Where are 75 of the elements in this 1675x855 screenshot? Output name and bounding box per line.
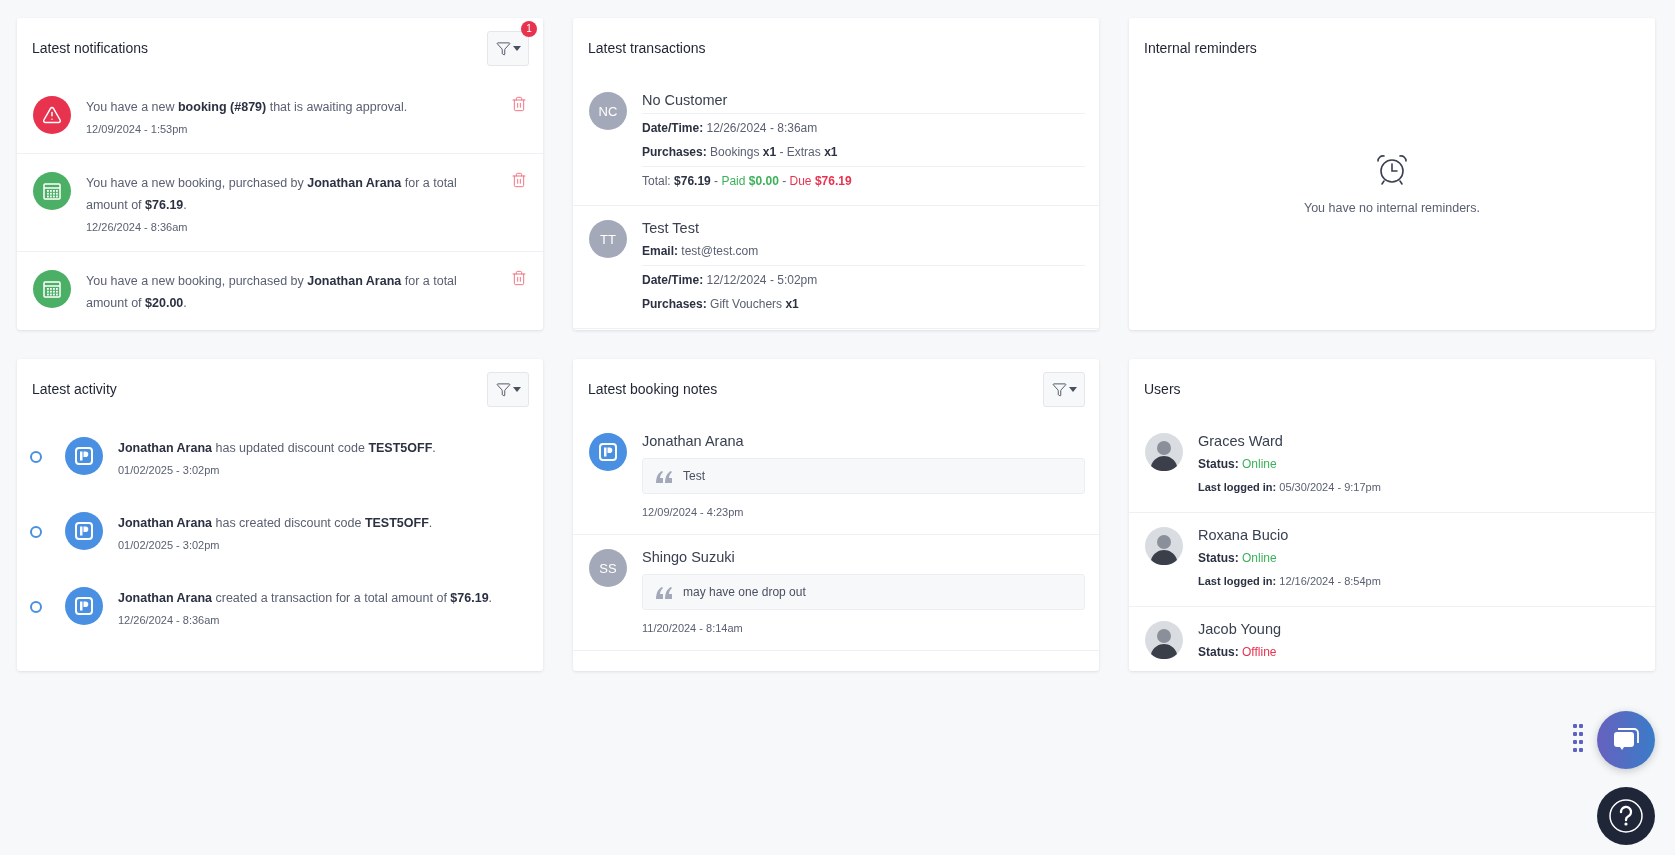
filter-button[interactable]	[487, 371, 529, 407]
filter-icon	[1051, 381, 1067, 397]
help-button[interactable]	[1597, 787, 1655, 845]
note-time: 11/20/2024 - 8:14am	[642, 622, 744, 634]
card-title: Users	[1144, 381, 1181, 397]
customer-name: Test Test	[642, 220, 700, 238]
count-badge: 1	[521, 20, 537, 37]
activity-time: 01/02/2025 - 3:02pm	[118, 539, 221, 551]
filter-icon	[495, 381, 511, 397]
calendar-icon	[42, 279, 62, 299]
avatar-initials: SS	[589, 549, 627, 587]
calendar-icon	[42, 181, 62, 201]
note-author: Shingo Suzuki	[642, 549, 736, 567]
delete-icon[interactable]	[511, 172, 527, 188]
email-field: Email: test@test.com	[642, 239, 1085, 263]
caret-icon	[512, 386, 521, 392]
note-author: Jonathan Arana	[642, 433, 745, 451]
note-text: Test	[683, 469, 705, 483]
activity-text: Jonathan Arana created a transaction for a total amount of $76.19.	[118, 590, 494, 607]
card-title: Latest transactions	[588, 40, 706, 56]
empty-message: You have no internal reminders.	[1303, 201, 1480, 215]
user-status: Status: Offline	[1198, 644, 1278, 661]
avatar-initials: NC	[589, 92, 627, 130]
last-login: Last logged in: 12/16/2024 - 8:54pm	[1198, 574, 1382, 589]
notification-time: 12/26/2024 - 8:36am	[86, 221, 189, 233]
quote-icon	[655, 469, 673, 483]
delete-icon[interactable]	[511, 96, 527, 112]
delete-icon[interactable]	[511, 270, 527, 286]
customer-name: No Customer	[642, 92, 729, 110]
notification-text: You have a new booking, purchased by Jonathan Arana for a total amount of $20.00.	[86, 273, 458, 312]
user-name: Roxana Bucio	[1198, 527, 1290, 545]
activity-time: 01/02/2025 - 3:02pm	[118, 464, 221, 476]
last-login: Last logged in: 05/30/2024 - 9:17pm	[1198, 480, 1382, 495]
card-title: Latest booking notes	[588, 381, 718, 397]
logo-icon	[74, 521, 94, 541]
alarm-clock-icon	[1375, 153, 1409, 187]
transaction-field: Date/Time: 12/12/2024 - 5:02pm	[642, 268, 1085, 292]
activity-time: 12/26/2024 - 8:36am	[118, 614, 221, 626]
user-name: Jacob Young	[1198, 621, 1283, 639]
card-title: Internal reminders	[1144, 40, 1257, 56]
notification-text: You have a new booking, purchased by Jonathan Arana for a total amount of $76.19.	[86, 175, 458, 214]
transaction-field: Purchases: Bookings x1 - Extras x1	[642, 140, 1085, 164]
help-icon	[1608, 798, 1644, 834]
transaction-field: Date/Time: 12/26/2024 - 8:36am	[642, 116, 1085, 140]
quote-icon	[655, 585, 673, 599]
transaction-field: Purchases: Gift Vouchers x1	[642, 292, 1085, 316]
filter-icon	[495, 40, 511, 56]
logo-icon	[74, 596, 94, 616]
status-value: Online	[1242, 457, 1277, 471]
notification-time: 12/09/2024 - 1:53pm	[86, 123, 189, 135]
user-status: Status: Online	[1198, 550, 1278, 567]
card-title: Latest notifications	[32, 40, 148, 56]
caret-icon	[1068, 386, 1077, 392]
status-value: Online	[1242, 551, 1277, 565]
warning-icon	[42, 105, 62, 125]
filter-button[interactable]	[487, 30, 529, 66]
chat-button[interactable]	[1597, 711, 1655, 769]
timeline-dot	[30, 600, 42, 613]
user-status: Status: Online	[1198, 456, 1278, 473]
card-title: Latest activity	[32, 381, 117, 397]
transaction-amounts: Total: $76.19 - Paid $0.00 - Due $76.19	[642, 173, 853, 190]
status-value: Offline	[1242, 645, 1277, 659]
note-text: may have one drop out	[683, 585, 806, 599]
avatar-initials: TT	[589, 220, 627, 258]
notification-text: You have a new booking (#879) that is awaiting approval.	[86, 99, 409, 116]
activity-text: Jonathan Arana has updated discount code TEST5OFF.	[118, 440, 437, 457]
user-name: Graces Ward	[1198, 433, 1284, 451]
timeline-dot	[30, 450, 42, 463]
caret-icon	[512, 45, 521, 51]
activity-text: Jonathan Arana has created discount code TEST5OFF.	[118, 515, 434, 532]
note-time: 12/09/2024 - 4:23pm	[642, 506, 745, 518]
logo-icon	[74, 446, 94, 466]
timeline-dot	[30, 525, 42, 538]
filter-button[interactable]	[1043, 371, 1085, 407]
logo-icon	[598, 442, 618, 462]
